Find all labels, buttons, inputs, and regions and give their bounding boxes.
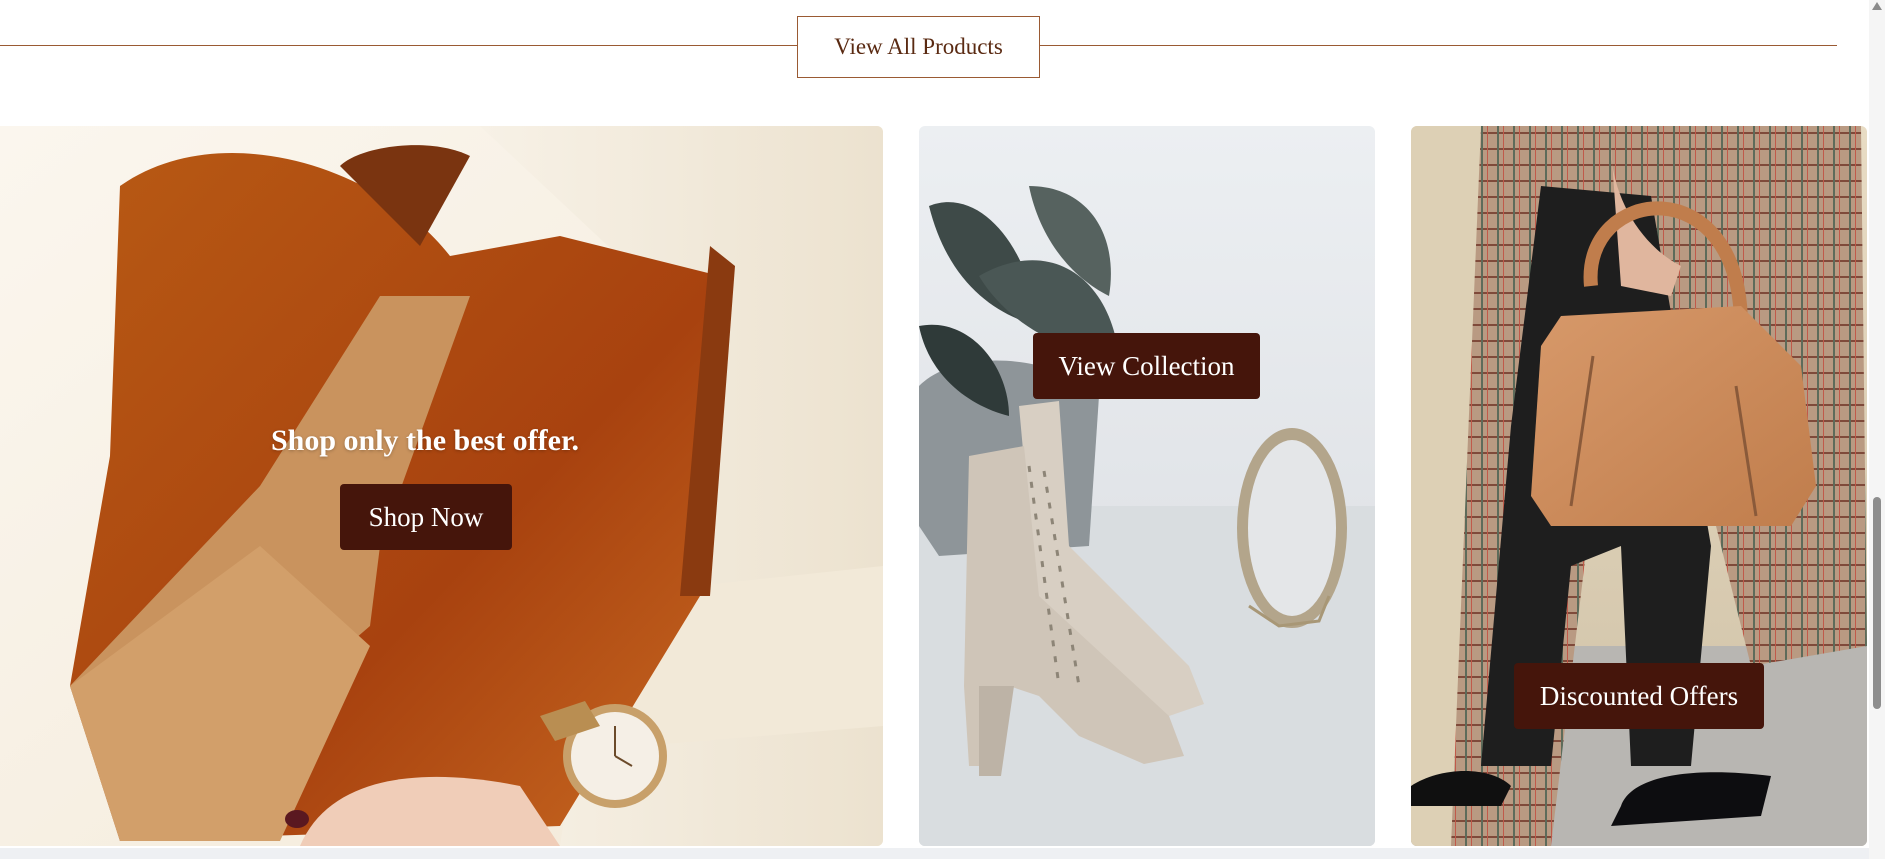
handbag-image	[1411, 126, 1867, 846]
vertical-scrollbar[interactable]	[1869, 0, 1885, 859]
discounts-card[interactable]: Discounted Offers	[1411, 126, 1867, 846]
collection-card[interactable]: View Collection	[919, 126, 1375, 846]
view-collection-button[interactable]: View Collection	[1033, 333, 1260, 399]
scroll-up-arrow-icon[interactable]	[1872, 2, 1882, 10]
shop-now-button[interactable]: Shop Now	[340, 484, 512, 550]
horizontal-scrollbar[interactable]	[0, 848, 1869, 859]
scrollbar-thumb[interactable]	[1873, 497, 1881, 709]
boots-image	[919, 126, 1375, 846]
best-offer-card[interactable]: Shop only the best offer. Shop Now	[0, 126, 883, 846]
offer-title: Shop only the best offer.	[270, 424, 580, 457]
discounted-offers-button[interactable]: Discounted Offers	[1514, 663, 1764, 729]
view-all-products-button[interactable]: View All Products	[797, 16, 1040, 78]
